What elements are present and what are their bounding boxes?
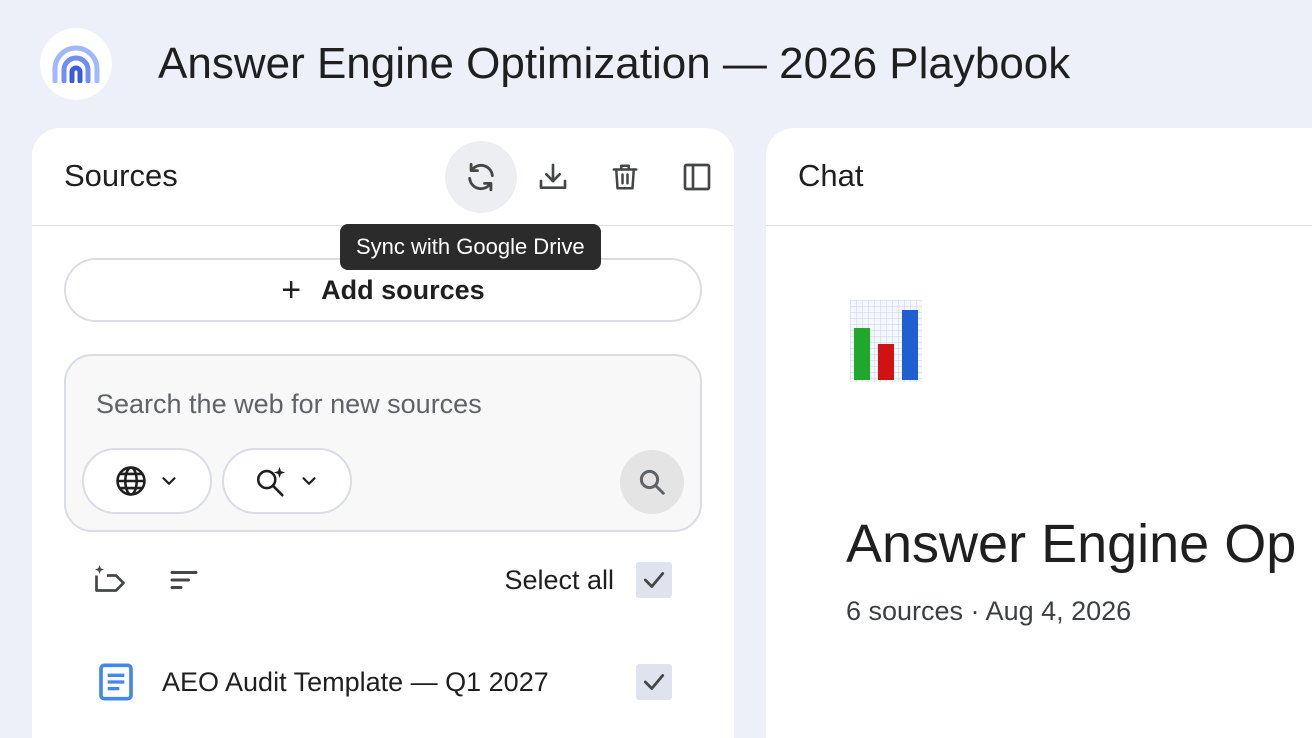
- document-icon: [99, 663, 133, 701]
- delete-icon: [612, 164, 638, 190]
- collapse-panel-button[interactable]: [661, 141, 733, 213]
- download-icon: [539, 163, 567, 189]
- checkmark-icon: [643, 674, 665, 690]
- sync-button[interactable]: [445, 141, 517, 213]
- search-source-dropdown[interactable]: [82, 448, 212, 514]
- web-search-box: [64, 354, 702, 532]
- chat-header: Chat: [766, 128, 1312, 226]
- source-item[interactable]: AEO Audit Template — Q1 2027: [32, 654, 734, 710]
- globe-icon: [116, 466, 146, 496]
- chat-title: Chat: [798, 158, 864, 193]
- select-all-checkbox[interactable]: [636, 562, 672, 598]
- chevron-down-icon: [162, 477, 176, 485]
- sort-icon[interactable]: [166, 562, 202, 598]
- sources-toolbar: Select all: [32, 552, 734, 608]
- add-sources-label: Add sources: [321, 274, 485, 305]
- checkmark-icon: [643, 572, 665, 588]
- plus-icon: +: [281, 271, 302, 309]
- notebook-meta: 6 sources · Aug 4, 2026: [846, 596, 1132, 626]
- notebook-title[interactable]: Answer Engine Optimization — 2026 Playbo…: [158, 36, 1070, 92]
- sync-tooltip: Sync with Google Drive: [340, 224, 601, 270]
- sources-title: Sources: [64, 158, 178, 193]
- notebook-heading: Answer Engine Op: [846, 514, 1297, 574]
- sync-icon: [468, 162, 494, 192]
- sources-header: Sources: [32, 128, 734, 226]
- source-title: AEO Audit Template — Q1 2027: [162, 667, 549, 697]
- sources-panel: Sources Sync with Google Drive + Add sou…: [32, 128, 734, 738]
- magic-search-icon: [256, 466, 286, 497]
- chat-panel: Chat Answer Engine Op 6 sources · Aug 4,…: [766, 128, 1312, 738]
- collapse-panel-icon: [683, 163, 711, 191]
- delete-button[interactable]: [589, 141, 661, 213]
- app-logo[interactable]: [40, 28, 112, 100]
- download-button[interactable]: [517, 141, 589, 213]
- web-search-input[interactable]: [96, 384, 656, 424]
- source-checkbox[interactable]: [636, 664, 672, 700]
- select-all-label: Select all: [504, 565, 614, 595]
- search-submit-button[interactable]: [620, 450, 684, 514]
- tag-sparkle-icon[interactable]: [92, 562, 128, 598]
- bar-chart-emoji-icon: [850, 300, 922, 382]
- search-mode-dropdown[interactable]: [222, 448, 352, 514]
- notebook-logo-icon: [52, 45, 100, 83]
- chevron-down-icon: [302, 477, 316, 485]
- search-icon: [639, 469, 665, 495]
